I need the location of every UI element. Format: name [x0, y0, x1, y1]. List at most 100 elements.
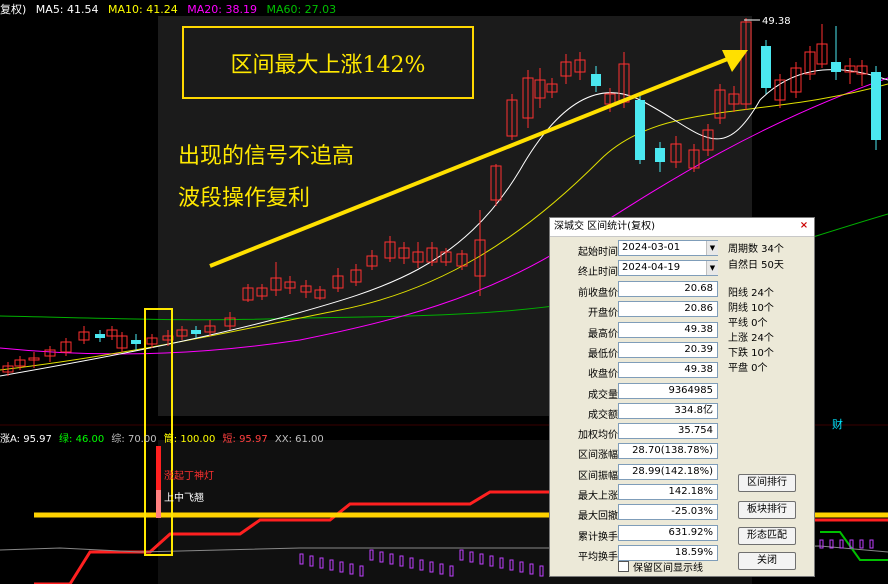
end-date-picker[interactable]: 2024-04-19 — [618, 260, 718, 276]
keep-range-lines-checkbox[interactable]: 保留区间显示线 — [618, 559, 703, 574]
periods-count: 周期数 34个 — [728, 244, 784, 255]
stat-value: 28.70(138.78%) — [618, 443, 718, 460]
stat-label: 最大上涨 — [578, 491, 618, 502]
stat-label: 收盘价 — [588, 369, 618, 381]
flat-count: 平线 0个 — [728, 318, 768, 329]
yang-count: 阳线 24个 — [728, 288, 774, 299]
candle-body-down — [871, 72, 881, 140]
ma-legend: 复权) MA5: 41.54 MA10: 41.24 MA20: 38.19 M… — [0, 1, 342, 16]
stat-row: 区间振幅 28.99(142.18%) — [550, 463, 720, 482]
stat-row: 加权均价 35.754 — [550, 423, 720, 441]
stat-value: 49.38 — [618, 362, 718, 379]
max-rise-callout: 区间最大上涨142% — [182, 26, 474, 99]
chevron-down-icon[interactable]: ▼ — [706, 241, 718, 255]
candle-body-down — [131, 340, 141, 344]
stat-label: 加权均价 — [578, 430, 618, 442]
indicator-purple-bar — [819, 539, 824, 549]
stat-label: 最高价 — [588, 328, 618, 340]
stat-label: 区间振幅 — [578, 470, 618, 482]
stat-label: 最低价 — [588, 348, 618, 360]
indicator-b: 绿: 46.00 — [59, 434, 105, 445]
stat-row: 最大上涨 142.18% — [550, 484, 720, 502]
interval-stats-dialog: 深城交 区间统计(复权) × 起始时间 2024-03-01 ▼ 终止时间 20… — [549, 217, 815, 577]
natural-days: 自然日 50天 — [728, 260, 784, 271]
candle-body-down — [655, 148, 665, 162]
stat-row: 开盘价 20.86 — [550, 301, 720, 319]
start-date-picker[interactable]: 2024-03-01 — [618, 240, 718, 256]
sector-rank-button[interactable]: 板块排行 — [738, 501, 796, 519]
range-rank-button[interactable]: 区间排行 — [738, 474, 796, 492]
close-button[interactable]: 关闭 — [738, 552, 796, 570]
chevron-down-icon[interactable]: ▼ — [706, 261, 718, 275]
stat-row: 收盘价 49.38 — [550, 362, 720, 380]
stat-label: 前收盘价 — [578, 288, 618, 299]
checkbox-label: 保留区间显示线 — [633, 563, 703, 574]
stat-label: 最大回撤 — [578, 511, 618, 523]
stat-row: 最高价 49.38 — [550, 321, 720, 340]
stat-value: 49.38 — [618, 321, 718, 338]
financial-tag[interactable]: 财 — [832, 416, 843, 432]
legend-ma5: MA5: 41.54 — [35, 3, 99, 16]
stat-value: 142.18% — [618, 484, 718, 500]
start-time-label: 起始时间 — [578, 247, 618, 258]
stat-row: 成交额 334.8亿 — [550, 402, 720, 421]
signal-label-2: 上中飞翘 — [164, 493, 204, 504]
pattern-match-button[interactable]: 形态匹配 — [738, 527, 796, 545]
down-count: 下跌 10个 — [728, 348, 774, 359]
indicator-c: 综: 70.00 — [111, 434, 157, 445]
stat-value: 631.92% — [618, 524, 718, 541]
indicator-a: 涨A: 95.97 — [0, 434, 52, 445]
stat-value: 20.86 — [618, 301, 718, 318]
stat-row: 成交量 9364985 — [550, 382, 720, 401]
stat-label: 平均换手 — [578, 551, 618, 563]
checkbox-icon[interactable] — [618, 561, 629, 572]
indicator-f: XX: 61.00 — [274, 434, 324, 445]
stat-row: 前收盘价 20.68 — [550, 281, 720, 299]
indicator-e: 短: 95.97 — [222, 434, 268, 445]
up-count: 上涨 24个 — [728, 333, 774, 344]
signal-bar-pink — [156, 490, 161, 518]
candle-body-down — [95, 334, 105, 338]
indicator-purple-bar — [869, 539, 874, 549]
stat-label: 累计换手 — [578, 531, 618, 543]
dialog-title: 深城交 区间统计(复权) — [554, 221, 655, 232]
dialog-title-bar[interactable]: 深城交 区间统计(复权) × — [550, 218, 814, 237]
stat-value: 28.99(142.18%) — [618, 463, 718, 480]
candle-body-down — [761, 46, 771, 88]
stat-row: 区间涨幅 28.70(138.78%) — [550, 443, 720, 461]
legend-ma10: MA10: 41.24 — [108, 3, 178, 16]
end-time-label: 终止时间 — [578, 267, 618, 278]
signal-label-1: 涨起丁神灯 — [164, 471, 214, 482]
candle-body-down — [635, 100, 645, 160]
stat-value: 35.754 — [618, 423, 718, 440]
legend-ma20: MA20: 38.19 — [187, 3, 257, 16]
stat-value: -25.03% — [618, 504, 718, 521]
signal-bar-red — [156, 446, 161, 490]
callout-text: 区间最大上涨142% — [230, 52, 426, 78]
indicator-purple-bar — [859, 539, 864, 549]
candle-body-down — [591, 74, 601, 86]
stat-value: 334.8亿 — [618, 402, 718, 419]
legend-ma60: MA60: 27.03 — [266, 3, 337, 16]
stat-label: 成交额 — [588, 409, 618, 421]
stat-label: 成交量 — [588, 389, 618, 401]
close-icon[interactable]: × — [797, 219, 811, 233]
stat-row: 最大回撤 -25.03% — [550, 504, 720, 522]
stat-row: 最低价 20.39 — [550, 341, 720, 360]
stat-value: 20.68 — [618, 281, 718, 297]
flat-close-count: 平盘 0个 — [728, 363, 768, 374]
end-time-row: 终止时间 2024-04-19 ▼ — [550, 260, 720, 278]
legend-prefix: 复权) — [0, 3, 27, 16]
indicator-d: 筒: 100.00 — [163, 434, 216, 445]
annotation-line-1: 出现的信号不追高 — [178, 144, 355, 169]
start-time-row: 起始时间 2024-03-01 ▼ — [550, 240, 720, 258]
stat-value: 9364985 — [618, 382, 718, 399]
stat-value: 20.39 — [618, 341, 718, 358]
stat-label: 区间涨幅 — [578, 450, 618, 462]
candle-body-down — [191, 330, 201, 334]
stat-row: 累计换手 631.92% — [550, 524, 720, 543]
high-price-label: 49.38 — [762, 16, 791, 27]
stat-label: 开盘价 — [588, 308, 618, 320]
indicator-legend: 涨A: 95.97 绿: 46.00 综: 70.00 筒: 100.00 短:… — [0, 430, 328, 445]
candle-body-down — [831, 62, 841, 72]
